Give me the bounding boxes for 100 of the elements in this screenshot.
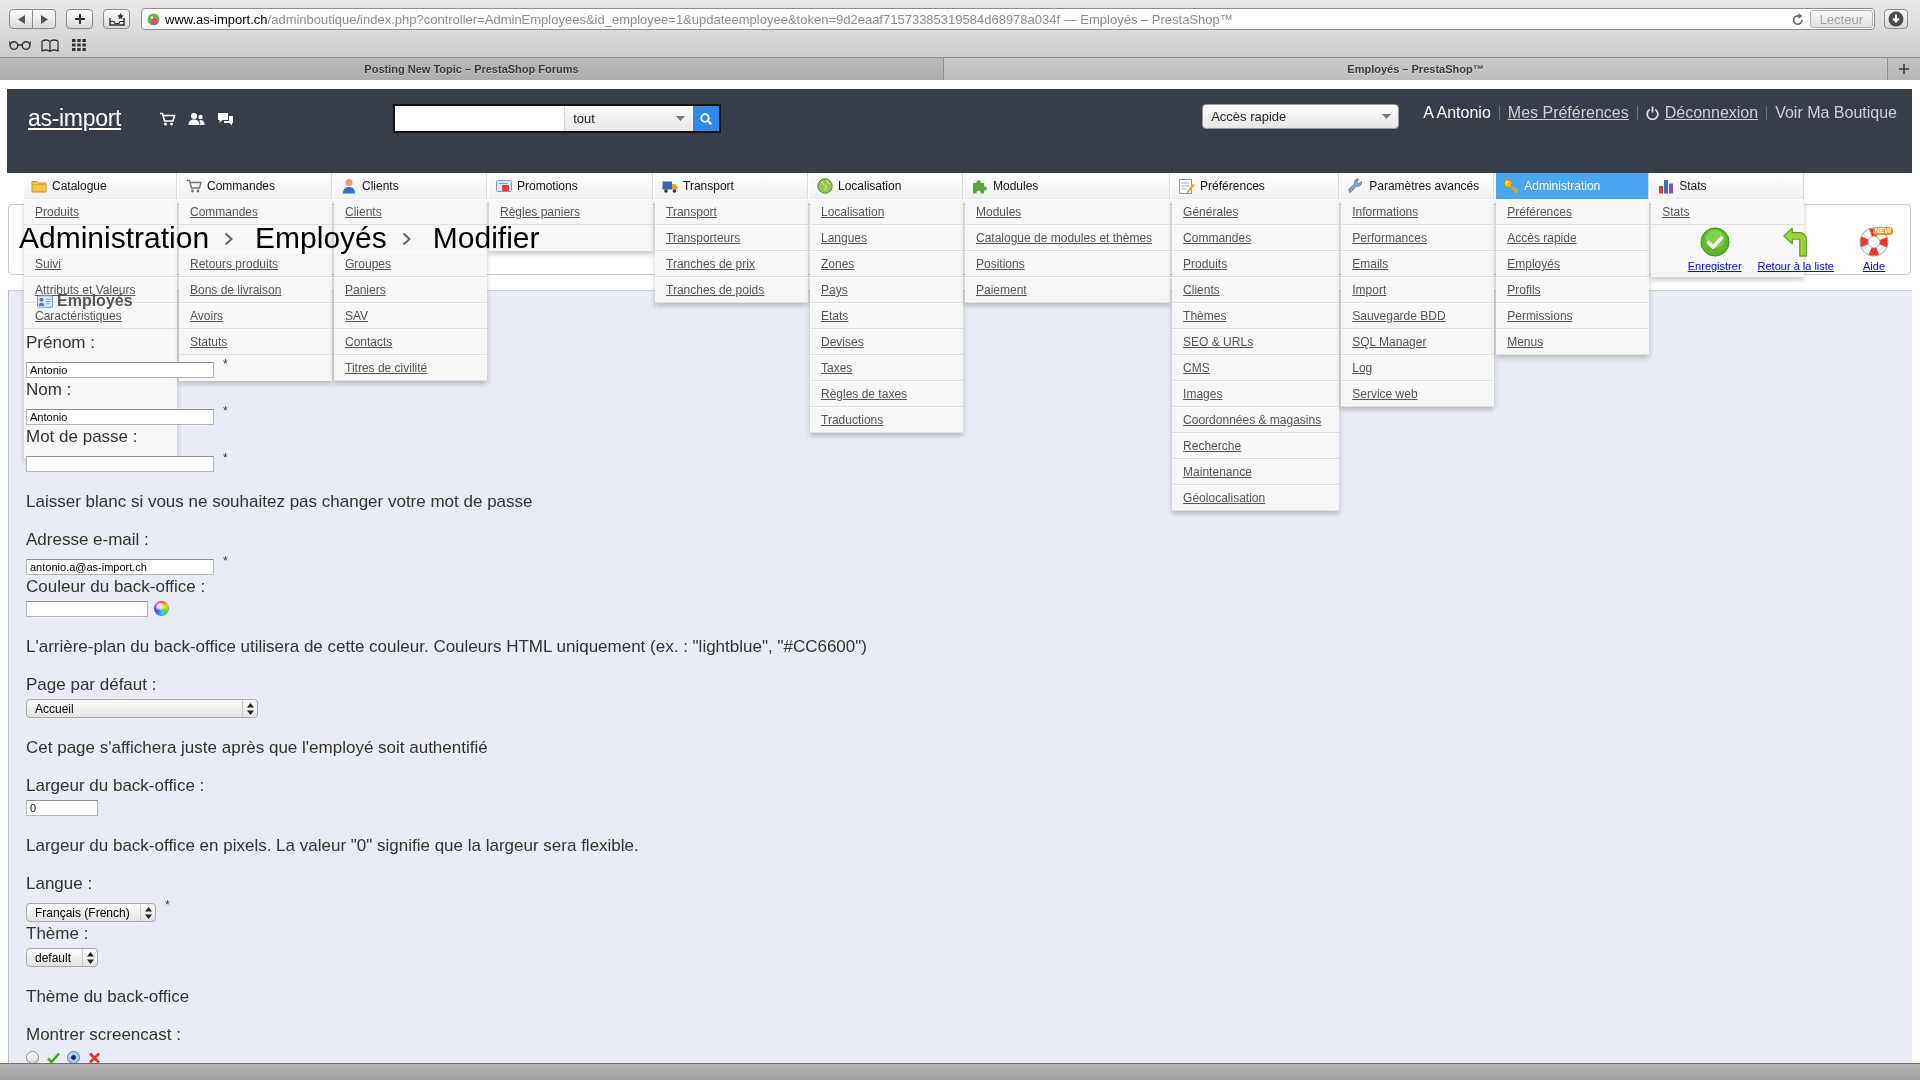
field-label: Nom : (26, 380, 72, 400)
field-label: Montrer screencast : (26, 1025, 181, 1045)
users-icon[interactable] (188, 112, 206, 126)
shop-link[interactable]: Voir Ma Boutique (1775, 104, 1897, 122)
site-logo[interactable]: as-import (28, 104, 122, 132)
menu-tab[interactable]: Clients (334, 173, 487, 199)
header-link[interactable]: Mes Préférences (1507, 104, 1629, 122)
text-field[interactable]: Antonio (26, 362, 214, 378)
menu-item[interactable]: Clients (1172, 277, 1340, 303)
select-field[interactable]: default (26, 948, 98, 967)
field-label: Page par défaut : (26, 675, 157, 695)
favicon-icon (147, 12, 160, 26)
required-mark: * (223, 453, 228, 463)
text-field[interactable]: 0 (26, 800, 98, 816)
field-hint: Cet page s'affichera juste après que l'employé soit authentifié (26, 738, 488, 758)
select-field[interactable]: Français (French) (26, 903, 156, 922)
menu-tab[interactable]: Préférences (1172, 173, 1340, 199)
new-tab-button[interactable] (1888, 58, 1920, 80)
forward-button[interactable] (33, 9, 56, 29)
field-label: Thème : (26, 924, 89, 944)
bookmarks-button[interactable] (103, 9, 130, 29)
color-field[interactable] (26, 601, 148, 617)
browser-tab[interactable]: Employés – PrestaShop™ (944, 58, 1888, 80)
menu-item[interactable]: Profils (1496, 277, 1650, 303)
updown-arrows-icon (246, 702, 254, 715)
color-wheel-icon[interactable] (154, 601, 169, 616)
key-icon (1503, 178, 1520, 194)
user-name: A Antonio (1423, 104, 1491, 122)
menu-tab[interactable]: Commandes (179, 173, 332, 199)
cart-icon (186, 178, 202, 194)
book-icon[interactable] (41, 38, 59, 52)
menu-tab[interactable]: Localisation (810, 173, 963, 199)
bar-chart-icon (1658, 178, 1675, 194)
plus-icon (1899, 64, 1909, 74)
download-icon (1888, 11, 1904, 27)
field-label: Couleur du back-office : (26, 577, 206, 597)
text-field[interactable]: antonio.a@as-import.ch (26, 559, 214, 575)
quick-access-select[interactable]: Accès rapide (1202, 104, 1400, 129)
field-hint: Thème du back-office (26, 987, 190, 1007)
plus-icon (74, 14, 85, 24)
radio-button[interactable] (67, 1051, 80, 1063)
right-triangle-icon (40, 14, 48, 24)
wrench-icon (1348, 178, 1365, 194)
menu-tab[interactable]: Transport (655, 173, 808, 199)
menu-tab[interactable]: Promotions (489, 173, 653, 199)
menu-tab[interactable]: Stats (1651, 173, 1805, 199)
field-label: Largeur du back-office : (26, 776, 205, 796)
field-label: Mot de passe : (26, 427, 138, 447)
menu-item[interactable]: Modules (965, 199, 1171, 225)
back-to-list-button[interactable]: Retour à la liste (1757, 227, 1834, 273)
left-triangle-icon (17, 14, 25, 24)
menu-item[interactable]: Bons de livraison (179, 277, 332, 303)
address-bar[interactable]: www.as-import.ch/adminboutique/index.php?controller=AdminEmployees&id_employee=1&updateemployee&token=9d2eaaf71573385319584d68978a034f — Employés – PrestaShop™ Lecteur (141, 8, 1875, 30)
text-field[interactable]: Antonio (26, 409, 214, 425)
glasses-icon[interactable] (9, 40, 31, 50)
tray-star-icon (108, 12, 125, 26)
lifebuoy-icon (1859, 227, 1889, 257)
field-hint: L'arrière-plan du back-office utilisera de cette couleur. Couleurs HTML uniquement (ex. : "lightblue", "#CC6600") (26, 637, 867, 657)
power-icon (1645, 106, 1659, 120)
search-button[interactable] (693, 106, 720, 131)
download-button[interactable] (1884, 9, 1908, 29)
chat-icon[interactable] (217, 112, 235, 126)
field-label: Prénom : (26, 333, 95, 353)
check-circle-icon (1699, 227, 1730, 257)
globe-icon (817, 178, 833, 194)
select-field[interactable]: Accueil (26, 699, 258, 718)
check-icon (47, 1051, 60, 1063)
grid-icon[interactable] (72, 39, 86, 51)
search-icon (700, 112, 713, 125)
menu-tab[interactable]: Modules (965, 173, 1171, 199)
menu-item[interactable]: Import (1341, 277, 1495, 303)
field-hint: Largeur du back-office en pixels. La valeur "0" signifie que la largeur sera flexible. (26, 836, 639, 856)
folder-icon (31, 178, 47, 194)
field-label: Adresse e-mail : (26, 530, 149, 550)
reload-icon[interactable] (1791, 12, 1804, 26)
back-button[interactable] (9, 9, 33, 29)
chevron-icon (401, 231, 411, 246)
menu-item[interactable]: Pays (810, 277, 963, 303)
save-button[interactable]: Enregistrer (1687, 227, 1742, 273)
menu-item[interactable]: Paniers (334, 277, 487, 303)
add-button[interactable] (66, 9, 93, 29)
cart-icon[interactable] (159, 112, 177, 126)
notepad-icon (1179, 178, 1196, 194)
required-mark: * (223, 406, 228, 416)
search-scope-select[interactable]: tout (564, 106, 694, 131)
browser-tab[interactable]: Posting New Topic – PrestaShop Forums (0, 58, 944, 80)
field-label: Langue : (26, 874, 93, 894)
caret-icon (676, 116, 686, 121)
required-mark: * (223, 359, 228, 369)
logout-link[interactable]: Déconnexion (1645, 104, 1759, 122)
radio-button[interactable] (26, 1051, 39, 1063)
required-mark: * (165, 900, 170, 910)
chevron-icon (224, 231, 234, 246)
cross-icon (88, 1051, 101, 1063)
password-field[interactable] (26, 456, 214, 472)
url-text: www.as-import.ch/adminboutique/index.php?controller=AdminEmployees&id_employee=1&updateemployee&token=9d2eaaf71573385319584d68978a034f — Employés – PrestaShop™ (165, 11, 1233, 27)
ticket-icon (496, 178, 512, 194)
menu-tab[interactable]: Catalogue (24, 173, 177, 199)
caret-icon (1382, 114, 1392, 119)
menu-tab[interactable]: Paramètres avancés (1341, 173, 1495, 199)
